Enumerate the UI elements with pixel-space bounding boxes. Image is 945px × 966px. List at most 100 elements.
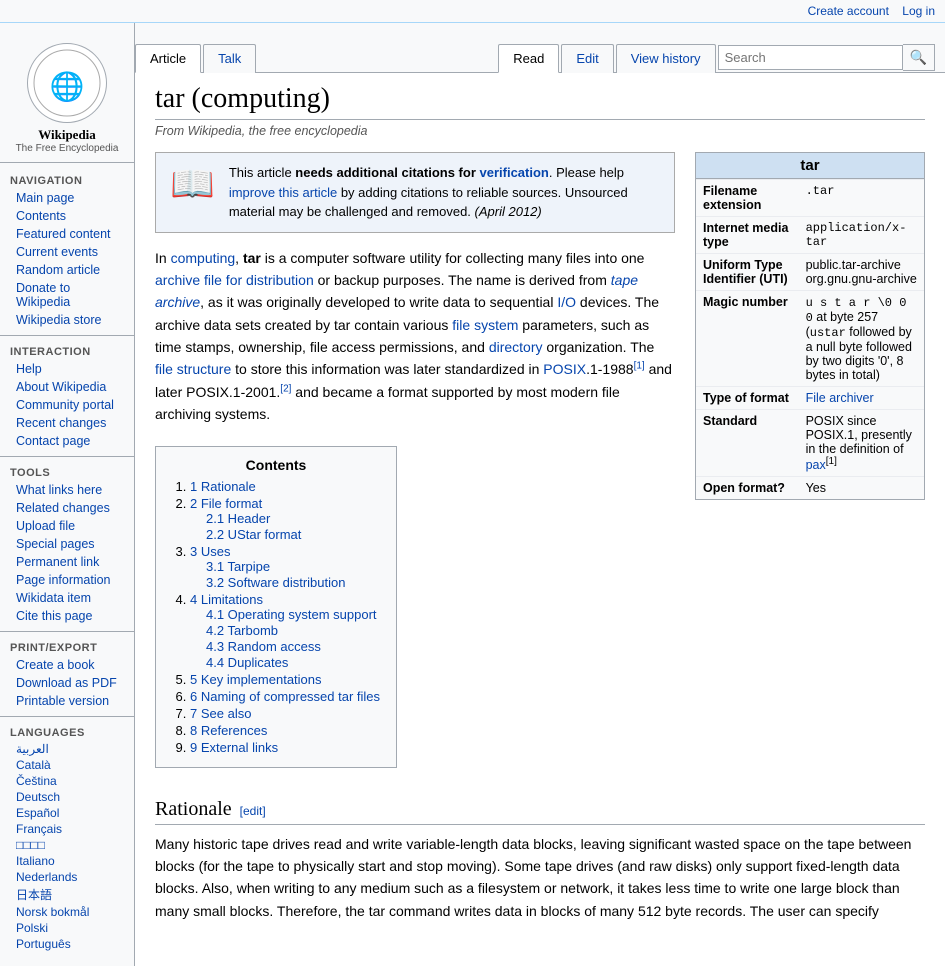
sidebar-item-recent-changes[interactable]: Recent changes: [0, 414, 134, 432]
sidebar-item-lang-cjk[interactable]: □□□□: [0, 837, 134, 853]
sidebar-item-lang-japanese[interactable]: 日本語: [0, 885, 134, 904]
toc-item-2: 2 File format 2.1 Header 2.2 UStar forma…: [190, 496, 380, 542]
sidebar-item-lang-nederlands[interactable]: Nederlands: [0, 869, 134, 885]
infobox-link-pax[interactable]: pax: [806, 458, 826, 472]
toc-link-3-1[interactable]: 3.1 Tarpipe: [206, 559, 270, 574]
toc-link-1[interactable]: 1 Rationale: [190, 479, 256, 494]
tab-talk[interactable]: Talk: [203, 44, 256, 73]
toc-item-4-3: 4.3 Random access: [206, 639, 380, 654]
search-input[interactable]: [718, 45, 903, 70]
infobox-label-filename-ext: Filename extension: [696, 180, 799, 217]
sidebar-item-related-changes[interactable]: Related changes: [0, 499, 134, 517]
sidebar-item-community-portal[interactable]: Community portal: [0, 396, 134, 414]
sidebar-item-cite-page[interactable]: Cite this page: [0, 607, 134, 625]
toc-title: Contents: [172, 457, 380, 473]
sidebar-item-contents[interactable]: Contents: [0, 207, 134, 225]
search-button[interactable]: 🔍: [903, 44, 935, 71]
sidebar-item-printable-version[interactable]: Printable version: [0, 692, 134, 710]
content-area: Article Talk Read Edit View history 🔍 ta…: [135, 23, 945, 966]
link-computing[interactable]: computing: [171, 250, 236, 266]
sidebar-item-lang-portuguese[interactable]: Português: [0, 936, 134, 952]
sidebar-item-random-article[interactable]: Random article: [0, 261, 134, 279]
sidebar: 🌐 Wikipedia The Free Encyclopedia Naviga…: [0, 23, 135, 966]
ref-2[interactable]: [2]: [280, 383, 291, 394]
rationale-edit-link[interactable]: [edit]: [240, 804, 266, 818]
sidebar-item-page-information[interactable]: Page information: [0, 571, 134, 589]
sidebar-item-lang-polski[interactable]: Polski: [0, 920, 134, 936]
toc-link-4-1[interactable]: 4.1 Operating system support: [206, 607, 377, 622]
sidebar-item-wikipedia-store[interactable]: Wikipedia store: [0, 311, 134, 329]
toc-link-2-1[interactable]: 2.1 Header: [206, 511, 270, 526]
citation-icon: 📖: [170, 163, 215, 205]
sidebar-item-help[interactable]: Help: [0, 360, 134, 378]
sidebar-item-create-book[interactable]: Create a book: [0, 656, 134, 674]
sidebar-item-featured-content[interactable]: Featured content: [0, 225, 134, 243]
link-file-structure[interactable]: file structure: [155, 361, 231, 377]
create-account-link[interactable]: Create account: [808, 4, 889, 18]
sidebar-divider-4: [0, 716, 134, 717]
sidebar-item-main-page[interactable]: Main page: [0, 189, 134, 207]
infobox-label-open-format: Open format?: [696, 477, 799, 500]
toc-link-2[interactable]: 2 File format: [190, 496, 262, 511]
sidebar-item-lang-arabic[interactable]: العربية: [0, 741, 134, 757]
sidebar-item-permanent-link[interactable]: Permanent link: [0, 553, 134, 571]
link-filesystem[interactable]: file system: [452, 317, 518, 333]
citation-verification-link[interactable]: verification: [480, 165, 549, 180]
toc: Contents 1 Rationale 2 File format 2.1 H…: [155, 446, 397, 768]
nav-section-tools: Tools What links here Related changes Up…: [0, 463, 134, 625]
page-title: tar (computing): [155, 83, 925, 120]
link-io[interactable]: I/O: [557, 294, 576, 310]
toc-link-4-2[interactable]: 4.2 Tarbomb: [206, 623, 278, 638]
toc-link-8[interactable]: 8 References: [190, 723, 267, 738]
toc-link-7[interactable]: 7 See also: [190, 706, 251, 721]
sidebar-divider-3: [0, 631, 134, 632]
search-box: 🔍: [718, 44, 935, 71]
tab-read[interactable]: Read: [498, 44, 559, 73]
sidebar-item-upload-file[interactable]: Upload file: [0, 517, 134, 535]
toc-link-2-2[interactable]: 2.2 UStar format: [206, 527, 301, 542]
sidebar-item-lang-espanol[interactable]: Español: [0, 805, 134, 821]
citation-improve-link[interactable]: improve this article: [229, 185, 337, 200]
sidebar-item-lang-italiano[interactable]: Italiano: [0, 853, 134, 869]
sidebar-item-contact[interactable]: Contact page: [0, 432, 134, 450]
toc-link-9[interactable]: 9 External links: [190, 740, 278, 755]
search-icon: 🔍: [910, 49, 927, 65]
link-archive-file[interactable]: archive file for distribution: [155, 272, 314, 288]
sidebar-item-lang-norwegian[interactable]: Norsk bokmål: [0, 904, 134, 920]
toc-link-4-3[interactable]: 4.3 Random access: [206, 639, 321, 654]
logo-title: Wikipedia: [5, 127, 129, 143]
sidebar-item-about[interactable]: About Wikipedia: [0, 378, 134, 396]
sidebar-item-what-links-here[interactable]: What links here: [0, 481, 134, 499]
ref-1[interactable]: [1]: [634, 361, 645, 372]
toc-item-4-1: 4.1 Operating system support: [206, 607, 380, 622]
toc-item-7: 7 See also: [190, 706, 380, 721]
toc-link-5[interactable]: 5 Key implementations: [190, 672, 322, 687]
toc-item-8: 8 References: [190, 723, 380, 738]
toc-item-3-1: 3.1 Tarpipe: [206, 559, 380, 574]
from-line: From Wikipedia, the free encyclopedia: [155, 124, 925, 138]
tab-edit[interactable]: Edit: [561, 44, 613, 73]
sidebar-item-special-pages[interactable]: Special pages: [0, 535, 134, 553]
sidebar-item-download-pdf[interactable]: Download as PDF: [0, 674, 134, 692]
tab-article[interactable]: Article: [135, 44, 201, 73]
sidebar-item-donate[interactable]: Donate to Wikipedia: [0, 279, 134, 311]
infobox-row-uti: Uniform Type Identifier (UTI) public.tar…: [696, 254, 924, 291]
link-directory[interactable]: directory: [489, 339, 543, 355]
link-posix[interactable]: POSIX: [543, 361, 586, 377]
toc-link-3[interactable]: 3 Uses: [190, 544, 230, 559]
sidebar-item-current-events[interactable]: Current events: [0, 243, 134, 261]
sidebar-item-wikidata-item[interactable]: Wikidata item: [0, 589, 134, 607]
tabs-bar: Article Talk Read Edit View history 🔍: [135, 23, 945, 73]
sidebar-item-lang-deutsch[interactable]: Deutsch: [0, 789, 134, 805]
nav-title-tools: Tools: [0, 463, 134, 481]
toc-link-3-2[interactable]: 3.2 Software distribution: [206, 575, 345, 590]
log-in-link[interactable]: Log in: [902, 4, 935, 18]
toc-link-4-4[interactable]: 4.4 Duplicates: [206, 655, 288, 670]
sidebar-item-lang-francais[interactable]: Français: [0, 821, 134, 837]
sidebar-item-lang-cestina[interactable]: Čeština: [0, 773, 134, 789]
toc-link-6[interactable]: 6 Naming of compressed tar files: [190, 689, 380, 704]
sidebar-item-lang-catala[interactable]: Català: [0, 757, 134, 773]
tab-view-history[interactable]: View history: [616, 44, 716, 73]
toc-link-4[interactable]: 4 Limitations: [190, 592, 263, 607]
infobox-link-file-archiver[interactable]: File archiver: [806, 391, 874, 405]
